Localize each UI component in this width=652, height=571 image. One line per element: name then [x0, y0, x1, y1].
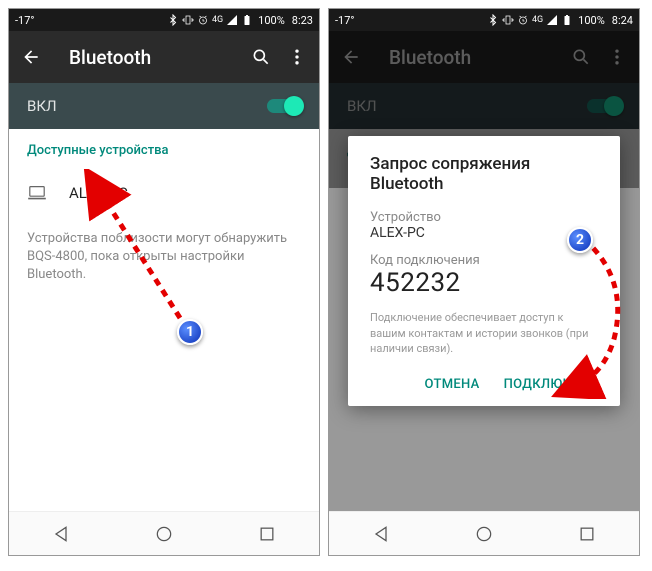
- app-bar: Bluetooth: [9, 31, 319, 83]
- dialog-code-label: Код подключения: [370, 253, 598, 268]
- clock: 8:23: [292, 14, 313, 27]
- temperature-indicator: -17°: [15, 14, 35, 27]
- network-type-label: 4G: [212, 15, 223, 25]
- dialog-device-name: ALEX-PC: [370, 225, 598, 241]
- pairing-dialog: Запрос сопряжения Bluetooth Устройство A…: [348, 136, 620, 405]
- pairing-code: 452232: [370, 268, 598, 298]
- bluetooth-icon: [487, 14, 499, 26]
- status-bar: -17° 4G 100% 8:23: [9, 9, 319, 31]
- signal-icon: [546, 14, 558, 26]
- alarm-icon: [197, 14, 209, 26]
- nav-recent-icon[interactable]: [257, 524, 277, 544]
- temperature-indicator: -17°: [335, 14, 355, 27]
- bluetooth-toggle-row[interactable]: ВКЛ: [9, 83, 319, 129]
- phone-screen-left: -17° 4G 100% 8:23 Bluetooth ВКЛ Доступны…: [8, 8, 320, 556]
- page-title: Bluetooth: [69, 46, 235, 69]
- alarm-icon: [517, 14, 529, 26]
- overflow-menu-icon[interactable]: [287, 47, 307, 67]
- dialog-info-text: Подключение обеспечивает доступ к вашим …: [370, 310, 598, 356]
- toggle-label: ВКЛ: [27, 97, 267, 115]
- nav-home-icon[interactable]: [154, 524, 174, 544]
- battery-icon: [561, 14, 573, 26]
- dialog-device-label: Устройство: [370, 210, 598, 225]
- battery-icon: [241, 14, 253, 26]
- pair-button[interactable]: ПОДКЛЮЧИТЬ: [504, 377, 598, 392]
- visibility-info-text: Устройства поблизости могут обнаружить B…: [27, 230, 301, 285]
- nav-recent-icon[interactable]: [577, 524, 597, 544]
- status-bar: -17° 4G 100% 8:24: [329, 9, 639, 31]
- nav-home-icon[interactable]: [474, 524, 494, 544]
- signal-icon: [226, 14, 238, 26]
- vibration-icon: [502, 14, 514, 26]
- cancel-button[interactable]: ОТМЕНА: [425, 377, 480, 392]
- nav-back-icon[interactable]: [51, 524, 71, 544]
- dialog-overlay: Запрос сопряжения Bluetooth Устройство A…: [329, 31, 639, 511]
- clock: 8:24: [612, 14, 633, 27]
- device-name: ALEX-PC: [69, 184, 128, 202]
- nav-back-icon[interactable]: [371, 524, 391, 544]
- bluetooth-switch[interactable]: [267, 99, 301, 113]
- callout-badge-2: 2: [567, 227, 593, 253]
- bluetooth-icon: [167, 14, 179, 26]
- navigation-bar: [9, 511, 319, 555]
- device-item[interactable]: ALEX-PC: [27, 174, 301, 212]
- battery-percent: 100%: [578, 14, 605, 27]
- callout-badge-1: 1: [177, 319, 203, 345]
- available-devices-header: Доступные устройства: [27, 143, 301, 158]
- network-type-label: 4G: [532, 15, 543, 25]
- vibration-icon: [182, 14, 194, 26]
- back-icon[interactable]: [21, 47, 41, 67]
- battery-percent: 100%: [258, 14, 285, 27]
- phone-screen-right: -17° 4G 100% 8:24 Bluetooth ВКЛ Доступны…: [328, 8, 640, 556]
- laptop-icon: [27, 185, 47, 201]
- navigation-bar: [329, 511, 639, 555]
- search-icon[interactable]: [251, 47, 271, 67]
- dialog-title: Запрос сопряжения Bluetooth: [370, 154, 598, 194]
